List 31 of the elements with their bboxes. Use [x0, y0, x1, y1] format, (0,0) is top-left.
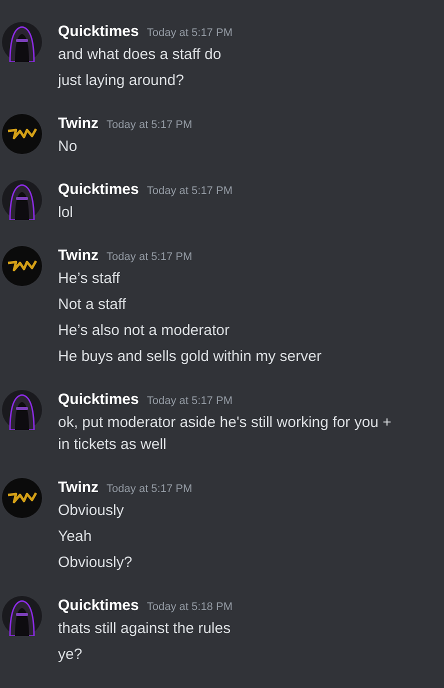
message-text: He’s staff: [58, 269, 121, 289]
message-text: He buys and sells gold within my server: [58, 347, 322, 367]
avatar-icon[interactable]: [2, 246, 42, 286]
avatar-icon[interactable]: [2, 114, 42, 154]
message-text: ye?: [58, 645, 84, 665]
timestamp: Today at 5:18 PM: [146, 600, 232, 615]
message-text: Obviously?: [58, 553, 134, 573]
avatar-icon[interactable]: [2, 478, 42, 518]
author-name[interactable]: Quicktimes: [58, 22, 139, 42]
author-name[interactable]: Quicktimes: [58, 390, 139, 410]
message-text: Obviously: [58, 501, 125, 521]
message-text: ok, put moderator aside he's still working for you + in tickets as well: [58, 413, 392, 455]
message-text: and what does a staff do: [58, 45, 222, 65]
author-name[interactable]: Quicktimes: [58, 596, 139, 616]
author-name[interactable]: Twinz: [58, 114, 99, 134]
timestamp: Today at 5:17 PM: [146, 184, 232, 199]
message-text: He’s also not a moderator: [58, 321, 230, 341]
timestamp: Today at 5:17 PM: [146, 26, 232, 41]
timestamp: Today at 5:17 PM: [146, 394, 232, 409]
author-name[interactable]: Twinz: [58, 478, 99, 498]
message-text: lol: [58, 203, 74, 223]
timestamp: Today at 5:17 PM: [106, 482, 192, 497]
message-text: thats still against the rules: [58, 619, 232, 639]
author-name[interactable]: Twinz: [58, 246, 99, 266]
message-text: No: [58, 137, 78, 157]
timestamp: Today at 5:17 PM: [106, 250, 192, 265]
message-text: Yeah: [58, 527, 93, 547]
message-text: Not a staff: [58, 295, 128, 315]
message-text: just laying around?: [58, 71, 185, 91]
timestamp: Today at 5:17 PM: [106, 118, 192, 133]
author-name[interactable]: Quicktimes: [58, 180, 139, 200]
